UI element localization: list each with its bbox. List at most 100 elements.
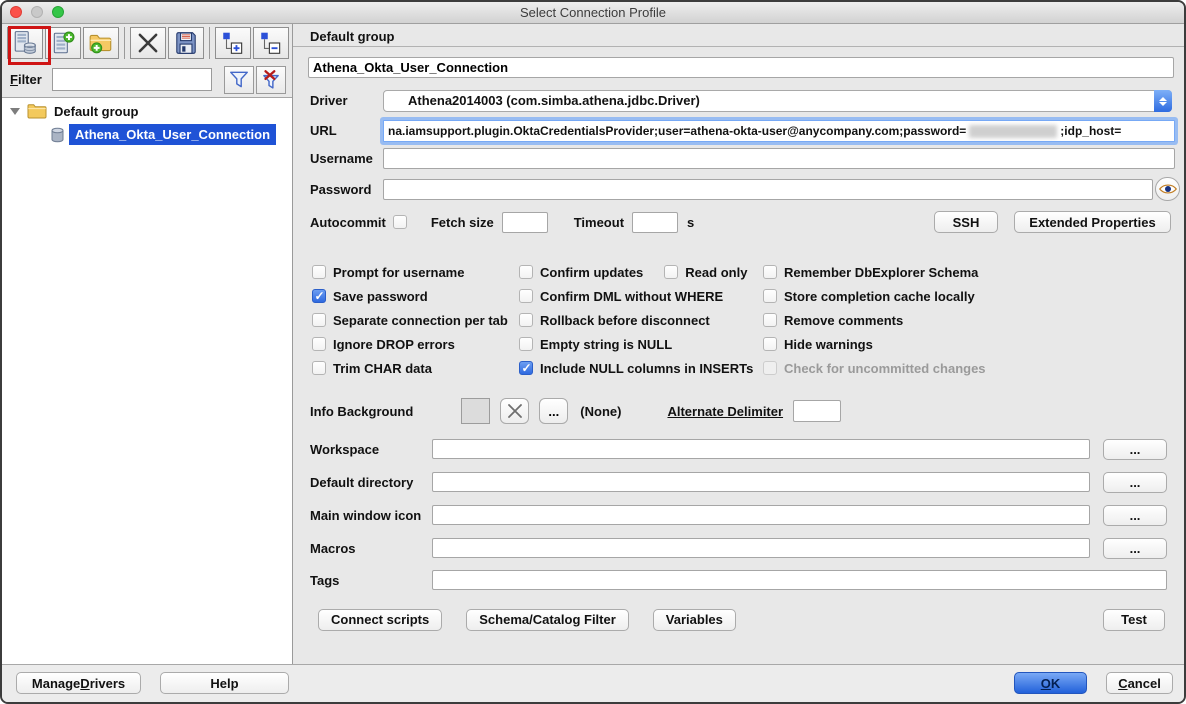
checkbox-checked[interactable] [519,361,533,375]
option-row[interactable]: Remove comments [763,308,986,332]
collapse-groups-button[interactable] [253,27,289,59]
option-row[interactable]: Prompt for username [312,260,508,284]
workspace-browse-button[interactable]: ... [1103,439,1167,460]
close-button[interactable] [10,6,22,18]
driver-select[interactable]: Athena2014003 (com.simba.athena.jdbc.Dri… [383,90,1172,112]
select-connection-profile-dialog: Select Connection Profile [0,0,1186,704]
tree-connection-row[interactable]: Athena_Okta_User_Connection [50,124,276,145]
folder-icon [27,103,47,119]
database-icon [50,127,65,143]
macros-browse-button[interactable]: ... [1103,538,1167,559]
default-directory-label: Default directory [310,475,432,490]
username-label: Username [310,151,373,166]
window-controls [10,6,64,18]
alternate-delimiter-input[interactable] [793,400,841,422]
checkbox[interactable] [763,313,777,327]
option-row[interactable]: Store completion cache locally [763,284,986,308]
titlebar: Select Connection Profile [2,2,1184,24]
zoom-button[interactable] [52,6,64,18]
checkbox[interactable] [763,289,777,303]
macros-row: Macros ... [310,537,1167,559]
option-row[interactable]: Confirm updates [519,265,643,280]
help-button[interactable]: Help [160,672,289,694]
checkbox[interactable] [519,289,533,303]
show-password-button[interactable] [1155,177,1180,201]
checkbox[interactable] [312,337,326,351]
ssh-button[interactable]: SSH [934,211,998,233]
tree-group-row[interactable]: Default group [10,103,139,119]
delete-profile-button[interactable] [130,27,166,59]
option-row[interactable]: Include NULL columns in INSERTs [519,356,753,380]
checkbox-disabled [763,361,777,375]
connect-scripts-button[interactable]: Connect scripts [318,609,442,631]
option-row[interactable]: Confirm DML without WHERE [519,284,753,308]
timeout-input[interactable] [632,212,678,233]
checkbox[interactable] [312,313,326,327]
default-directory-browse-button[interactable]: ... [1103,472,1167,493]
profile-name-input[interactable] [308,57,1174,78]
collapse-groups-icon [258,30,284,56]
url-value-after-redaction: ;idp_host= [1060,124,1121,138]
profile-tree: Default group Athena_Okta_User_Connectio… [2,97,292,664]
copy-profile-button[interactable] [45,27,81,59]
schema-catalog-filter-button[interactable]: Schema/Catalog Filter [466,609,629,631]
url-input[interactable]: na.iamsupport.plugin.OktaCredentialsProv… [383,120,1175,142]
username-input[interactable] [383,148,1175,169]
checkbox[interactable] [519,313,533,327]
timeout-label: Timeout [574,215,624,230]
option-row[interactable]: Ignore DROP errors [312,332,508,356]
manage-drivers-button[interactable]: Manage Drivers [16,672,141,694]
option-row[interactable]: Separate connection per tab [312,308,508,332]
clear-color-button[interactable] [500,398,529,424]
new-folder-icon [88,30,114,56]
workspace-input[interactable] [432,439,1090,459]
option-row[interactable]: Rollback before disconnect [519,308,753,332]
checkbox[interactable] [763,265,777,279]
checkbox[interactable] [519,337,533,351]
new-profile-button[interactable] [7,27,43,59]
filter-label: Filter [10,72,42,87]
option-row[interactable]: Read only [664,265,747,280]
minimize-button[interactable] [31,6,43,18]
ok-button[interactable]: OK [1014,672,1087,694]
option-row[interactable]: Hide warnings [763,332,986,356]
main-window-icon-browse-button[interactable]: ... [1103,505,1167,526]
pick-color-button[interactable]: ... [539,398,568,424]
profile-tree-panel: Filter [2,24,292,664]
tags-input[interactable] [432,570,1167,590]
option-row[interactable]: Trim CHAR data [312,356,508,380]
checkbox[interactable] [763,337,777,351]
option-row[interactable]: Save password [312,284,508,308]
autocommit-label: Autocommit [310,215,386,230]
filter-input[interactable] [52,68,212,91]
clear-filter-button[interactable] [256,66,286,94]
profile-form-panel: Default group Driver Athena2014003 (com.… [292,24,1184,664]
tree-connection-label: Athena_Okta_User_Connection [69,124,276,145]
main-window-icon-input[interactable] [432,505,1090,525]
apply-filter-button[interactable] [224,66,254,94]
test-button[interactable]: Test [1103,609,1165,631]
expand-groups-button[interactable] [215,27,251,59]
checkbox[interactable] [312,361,326,375]
connection-options-grid: Prompt for username Save password Separa… [312,260,1174,385]
checkbox[interactable] [519,265,533,279]
alternate-delimiter-label[interactable]: Alternate Delimiter [667,404,783,419]
variables-button[interactable]: Variables [653,609,736,631]
save-profiles-button[interactable] [168,27,204,59]
autocommit-checkbox[interactable] [393,215,407,229]
checkbox-checked[interactable] [312,289,326,303]
fetch-size-input[interactable] [502,212,548,233]
option-row[interactable]: Empty string is NULL [519,332,753,356]
cancel-button[interactable]: Cancel [1106,672,1173,694]
checkbox[interactable] [312,265,326,279]
tags-label: Tags [310,573,432,588]
macros-input[interactable] [432,538,1090,558]
checkbox[interactable] [664,265,678,279]
extended-properties-button[interactable]: Extended Properties [1014,211,1171,233]
default-directory-row: Default directory ... [310,471,1167,493]
default-directory-input[interactable] [432,472,1090,492]
new-folder-button[interactable] [83,27,119,59]
option-row[interactable]: Remember DbExplorer Schema [763,260,986,284]
disclosure-triangle-icon[interactable] [10,108,20,115]
password-input[interactable] [383,179,1153,200]
